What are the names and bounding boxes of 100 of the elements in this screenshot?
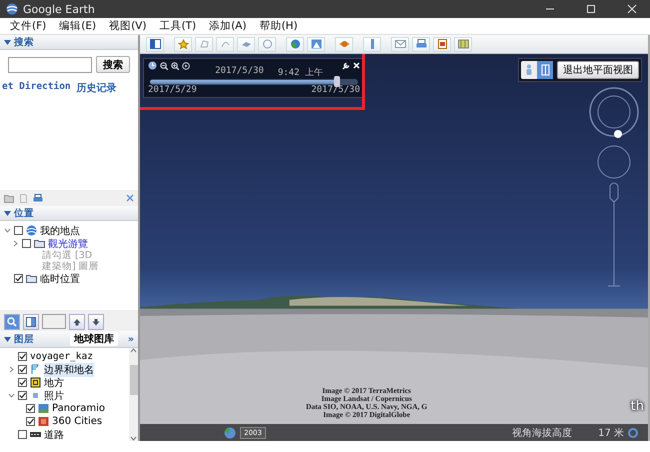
checkbox[interactable]	[18, 352, 27, 361]
sidebar-button[interactable]	[146, 36, 164, 52]
expand-chevron-icon[interactable]	[4, 227, 11, 234]
logo-text: th	[630, 399, 644, 414]
panel-toggle-button[interactable]	[23, 314, 39, 330]
zoom-out-icon[interactable]	[160, 62, 168, 70]
layer-label[interactable]: Panoramio	[52, 403, 106, 414]
building-view-button[interactable]	[537, 61, 553, 79]
flag-icon	[30, 364, 41, 375]
checkbox[interactable]	[18, 378, 27, 387]
polygon-icon	[198, 39, 210, 49]
menu-item[interactable]: 编辑(E)	[59, 19, 96, 33]
checkbox[interactable]	[18, 430, 27, 439]
history-icon	[290, 39, 300, 49]
more-button[interactable]: »	[128, 334, 134, 344]
panel-title: 图层	[14, 332, 34, 346]
tour-button[interactable]	[258, 36, 276, 52]
clock-icon[interactable]	[148, 61, 157, 70]
email-button[interactable]	[391, 36, 409, 52]
layer-label[interactable]: voyager_kaz	[30, 351, 93, 362]
move-up-button[interactable]	[69, 314, 85, 330]
person-icon	[525, 64, 533, 76]
email-icon	[394, 39, 406, 49]
menu-item[interactable]: 帮助(H)	[259, 19, 298, 33]
checkbox[interactable]	[18, 391, 27, 400]
bar-icon	[30, 390, 41, 401]
altitude-value: 17 米	[598, 426, 624, 440]
checkbox[interactable]	[18, 365, 27, 374]
time-track[interactable]	[150, 79, 358, 85]
layer-label[interactable]: 照片	[44, 388, 64, 402]
maximize-icon[interactable]	[586, 4, 596, 14]
input-field[interactable]	[42, 314, 66, 329]
historical-imagery-icon[interactable]	[224, 426, 236, 438]
time-slider-thumb[interactable]	[334, 76, 340, 87]
play-icon[interactable]	[182, 62, 190, 70]
search-field[interactable]	[8, 56, 92, 72]
collapse-chevron-icon[interactable]	[12, 240, 19, 247]
search-button[interactable]: 搜索	[96, 56, 130, 73]
settings-icon[interactable]	[342, 62, 350, 70]
link[interactable]: et Direction	[2, 81, 71, 95]
tour-icon	[262, 39, 272, 49]
menu-item[interactable]: 添加(A)	[209, 19, 246, 33]
print-icon	[416, 39, 426, 49]
history-button[interactable]	[286, 36, 304, 52]
panel-header[interactable]: 位置	[0, 206, 138, 221]
panel-title: 搜索	[14, 36, 34, 48]
ruler-button[interactable]	[363, 36, 381, 52]
hint-text: 請勾選 [3D 建築物] 圖層	[41, 250, 100, 272]
start-date: 2017/5/29	[148, 85, 197, 95]
planet-button[interactable]	[335, 36, 353, 52]
print-button[interactable]	[412, 36, 430, 52]
checkbox[interactable]	[14, 226, 23, 235]
printer-icon[interactable]	[33, 194, 43, 202]
app-globe-icon	[6, 3, 18, 15]
planet-icon	[338, 39, 350, 49]
map-button[interactable]	[454, 36, 472, 52]
road-bar-icon	[30, 429, 41, 440]
checkbox[interactable]	[22, 239, 31, 248]
checkbox[interactable]	[26, 404, 35, 413]
layer-label[interactable]: 边界和地名	[44, 362, 94, 376]
end-date: 2017/5/30	[311, 85, 360, 95]
loading-indicator-icon	[628, 428, 638, 438]
layer-label[interactable]: 360 Cities	[52, 416, 102, 427]
menu-item[interactable]: 文件(F)	[10, 19, 46, 33]
collapse-triangle-icon[interactable]	[4, 336, 11, 342]
square-marker-icon	[30, 377, 41, 388]
collapse-triangle-icon[interactable]	[4, 210, 11, 216]
pushpin-button[interactable]	[174, 36, 192, 52]
move-down-button[interactable]	[88, 314, 104, 330]
checkbox[interactable]	[26, 417, 35, 426]
menu-item[interactable]: 工具(T)	[159, 19, 196, 33]
panel-header[interactable]: 搜索	[0, 35, 138, 50]
overlay-button[interactable]	[237, 36, 255, 52]
place-label[interactable]: 我的地点	[40, 224, 80, 238]
earth-gallery-button[interactable]: 地球图库	[70, 332, 118, 346]
layer-label[interactable]: 道路	[44, 428, 64, 441]
save-image-button[interactable]	[433, 36, 451, 52]
search-tool-button[interactable]	[4, 314, 20, 330]
building-icon	[540, 64, 550, 76]
collapse-chevron-icon[interactable]	[8, 366, 15, 373]
up-arrow-icon	[73, 318, 81, 326]
checkbox[interactable]	[14, 274, 23, 283]
exit-ground-view-button[interactable]: 退出地平面视图	[557, 61, 639, 79]
map-icon	[458, 39, 468, 49]
sunlight-button[interactable]	[307, 36, 325, 52]
expand-chevron-icon[interactable]	[8, 392, 15, 399]
altitude-label: 视角海拔高度	[512, 426, 572, 440]
pushpin-icon	[178, 39, 188, 49]
zoom-in-icon[interactable]	[171, 62, 179, 70]
place-label[interactable]: 觀光游覽	[48, 236, 88, 250]
current-time: 9:42 上午	[278, 66, 323, 79]
panel-icon	[26, 316, 36, 326]
link[interactable]: 历史记录	[76, 81, 117, 95]
layer-label[interactable]: 地方	[44, 376, 64, 390]
menu-item[interactable]: 视图(V)	[109, 19, 146, 33]
save-image-icon	[436, 39, 448, 49]
collapse-triangle-icon[interactable]	[4, 38, 11, 46]
panel-header[interactable]: 图层 地球图库 »	[0, 331, 138, 348]
scrollbar[interactable]	[129, 348, 138, 441]
place-label[interactable]: 临时位置	[40, 272, 80, 286]
